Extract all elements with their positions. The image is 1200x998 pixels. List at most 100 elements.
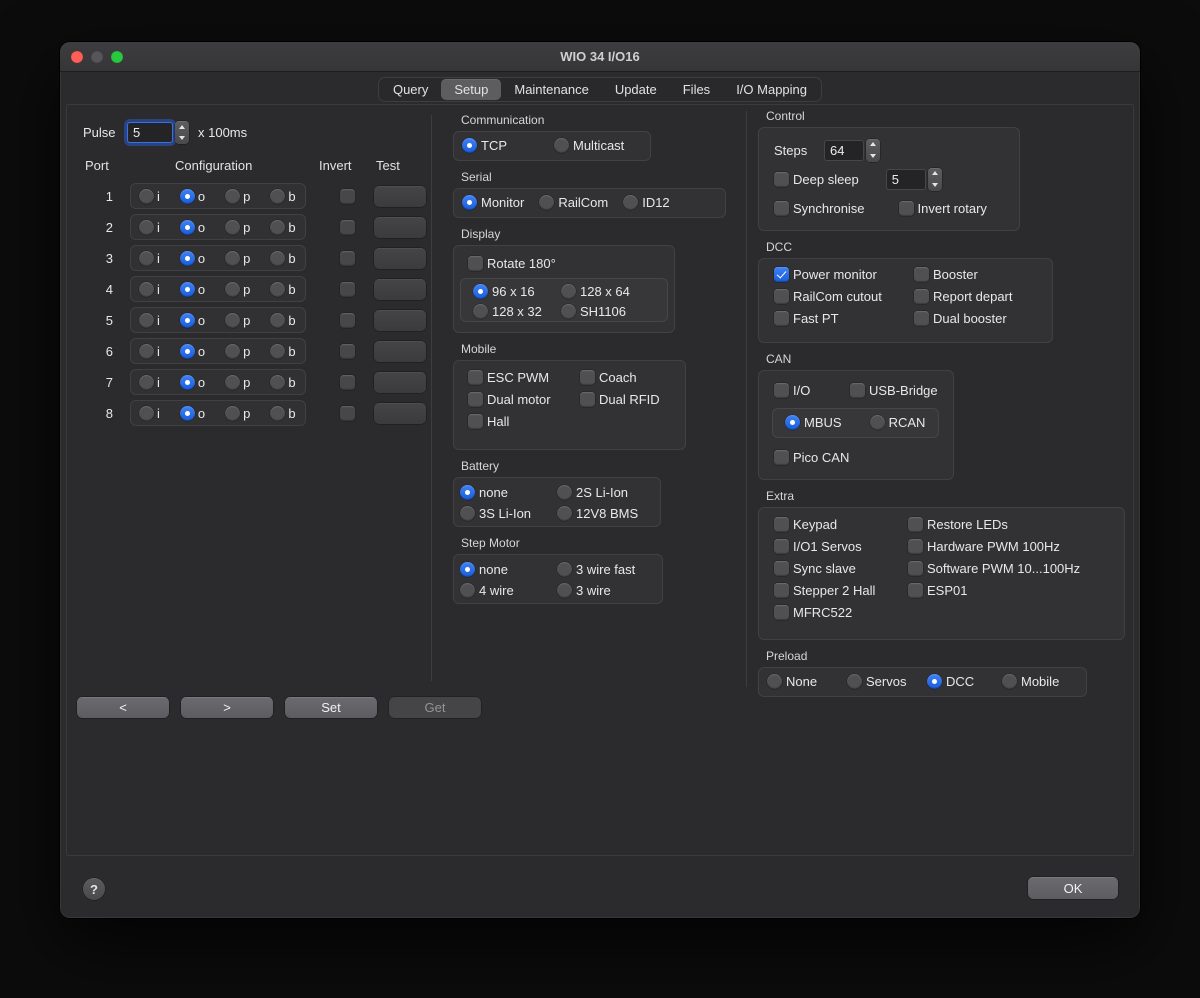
checkbox-option[interactable]: Dual motor: [468, 392, 580, 407]
stepper-down-icon[interactable]: [866, 150, 880, 162]
test-button[interactable]: [374, 372, 426, 393]
config-radio-p[interactable]: p: [225, 282, 250, 297]
tab[interactable]: Update: [602, 79, 670, 100]
checkbox-option[interactable]: I/O1 Servos: [774, 539, 908, 554]
config-radio-b[interactable]: b: [270, 282, 295, 297]
test-button[interactable]: [374, 279, 426, 300]
config-radio-p[interactable]: p: [225, 251, 250, 266]
radio-option[interactable]: RCAN: [870, 415, 926, 430]
invert-checkbox[interactable]: [340, 344, 355, 359]
help-button[interactable]: ?: [83, 878, 105, 900]
stepper-down-icon[interactable]: [928, 179, 942, 191]
zoom-icon[interactable]: [111, 51, 123, 63]
radio-option[interactable]: DCC: [927, 674, 1002, 689]
invert-rotary-checkbox-option[interactable]: Invert rotary: [899, 201, 987, 216]
radio-option[interactable]: Multicast: [554, 138, 642, 153]
checkbox-option[interactable]: Software PWM 10...100Hz: [908, 561, 1109, 576]
radio-option[interactable]: Monitor: [462, 195, 524, 210]
close-icon[interactable]: [71, 51, 83, 63]
config-radio-i[interactable]: i: [139, 251, 160, 266]
config-radio-i[interactable]: i: [139, 344, 160, 359]
checkbox-option[interactable]: Report depart: [914, 289, 1037, 304]
invert-checkbox[interactable]: [340, 189, 355, 204]
checkbox-option[interactable]: Sync slave: [774, 561, 908, 576]
invert-checkbox[interactable]: [340, 251, 355, 266]
radio-option[interactable]: Servos: [847, 674, 927, 689]
checkbox-option[interactable]: Fast PT: [774, 311, 914, 326]
steps-stepper[interactable]: [866, 139, 880, 162]
checkbox-option[interactable]: Booster: [914, 267, 1037, 282]
checkbox-option[interactable]: Power monitor: [774, 267, 914, 282]
checkbox-option[interactable]: Restore LEDs: [908, 517, 1109, 532]
next-button[interactable]: >: [181, 697, 273, 718]
synchronise-checkbox-option[interactable]: Synchronise: [774, 201, 865, 216]
pico-can-checkbox-option[interactable]: Pico CAN: [774, 450, 849, 465]
config-radio-b[interactable]: b: [270, 406, 295, 421]
invert-checkbox[interactable]: [340, 313, 355, 328]
checkbox-option[interactable]: Hall: [468, 414, 580, 429]
checkbox-option[interactable]: ESP01: [908, 583, 1109, 598]
config-radio-p[interactable]: p: [225, 313, 250, 328]
stepper-up-icon[interactable]: [175, 121, 189, 133]
config-radio-o[interactable]: o: [180, 406, 205, 421]
config-radio-o[interactable]: o: [180, 282, 205, 297]
radio-option[interactable]: SH1106: [561, 304, 655, 319]
config-radio-p[interactable]: p: [225, 220, 250, 235]
checkbox-option[interactable]: ESC PWM: [468, 370, 580, 385]
invert-checkbox[interactable]: [340, 406, 355, 421]
steps-input[interactable]: 64: [824, 140, 864, 161]
radio-option[interactable]: 4 wire: [460, 583, 557, 598]
radio-option[interactable]: ID12: [623, 195, 669, 210]
radio-option[interactable]: Mobile: [1002, 674, 1078, 689]
test-button[interactable]: [374, 341, 426, 362]
test-button[interactable]: [374, 403, 426, 424]
rotate-180-checkbox-option[interactable]: Rotate 180°: [468, 256, 556, 271]
config-radio-b[interactable]: b: [270, 375, 295, 390]
stepper-up-icon[interactable]: [866, 139, 880, 151]
radio-option[interactable]: 3S Li-Ion: [460, 506, 557, 521]
config-radio-i[interactable]: i: [139, 220, 160, 235]
checkbox-option[interactable]: RailCom cutout: [774, 289, 914, 304]
checkbox-option[interactable]: MFRC522: [774, 605, 908, 620]
config-radio-i[interactable]: i: [139, 313, 160, 328]
config-radio-o[interactable]: o: [180, 313, 205, 328]
config-radio-i[interactable]: i: [139, 406, 160, 421]
config-radio-o[interactable]: o: [180, 220, 205, 235]
config-radio-o[interactable]: o: [180, 189, 205, 204]
pulse-stepper[interactable]: [175, 121, 189, 144]
radio-option[interactable]: none: [460, 562, 557, 577]
radio-option[interactable]: 128 x 64: [561, 284, 655, 299]
test-button[interactable]: [374, 217, 426, 238]
config-radio-b[interactable]: b: [270, 220, 295, 235]
radio-option[interactable]: 3 wire fast: [557, 562, 656, 577]
invert-checkbox[interactable]: [340, 220, 355, 235]
radio-option[interactable]: MBUS: [785, 415, 842, 430]
config-radio-b[interactable]: b: [270, 251, 295, 266]
radio-option[interactable]: 128 x 32: [473, 304, 561, 319]
radio-option[interactable]: 96 x 16: [473, 284, 561, 299]
config-radio-i[interactable]: i: [139, 282, 160, 297]
radio-option[interactable]: 3 wire: [557, 583, 656, 598]
radio-option[interactable]: 2S Li-Ion: [557, 485, 654, 500]
tab[interactable]: Files: [670, 79, 723, 100]
radio-option[interactable]: none: [460, 485, 557, 500]
checkbox-option[interactable]: Dual booster: [914, 311, 1037, 326]
tab[interactable]: Query: [380, 79, 441, 100]
minimize-icon[interactable]: [91, 51, 103, 63]
config-radio-o[interactable]: o: [180, 375, 205, 390]
previous-button[interactable]: <: [77, 697, 169, 718]
ok-button[interactable]: OK: [1028, 877, 1118, 899]
checkbox-option[interactable]: Stepper 2 Hall: [774, 583, 908, 598]
stepper-up-icon[interactable]: [928, 168, 942, 180]
invert-checkbox[interactable]: [340, 282, 355, 297]
tab[interactable]: I/O Mapping: [723, 79, 820, 100]
checkbox-option[interactable]: I/O: [774, 383, 850, 398]
radio-option[interactable]: TCP: [462, 138, 554, 153]
tab[interactable]: Setup: [441, 79, 501, 100]
test-button[interactable]: [374, 186, 426, 207]
deep-sleep-input[interactable]: 5: [886, 169, 926, 190]
checkbox-option[interactable]: Coach: [580, 370, 671, 385]
config-radio-i[interactable]: i: [139, 375, 160, 390]
config-radio-p[interactable]: p: [225, 344, 250, 359]
checkbox-option[interactable]: Dual RFID: [580, 392, 671, 407]
